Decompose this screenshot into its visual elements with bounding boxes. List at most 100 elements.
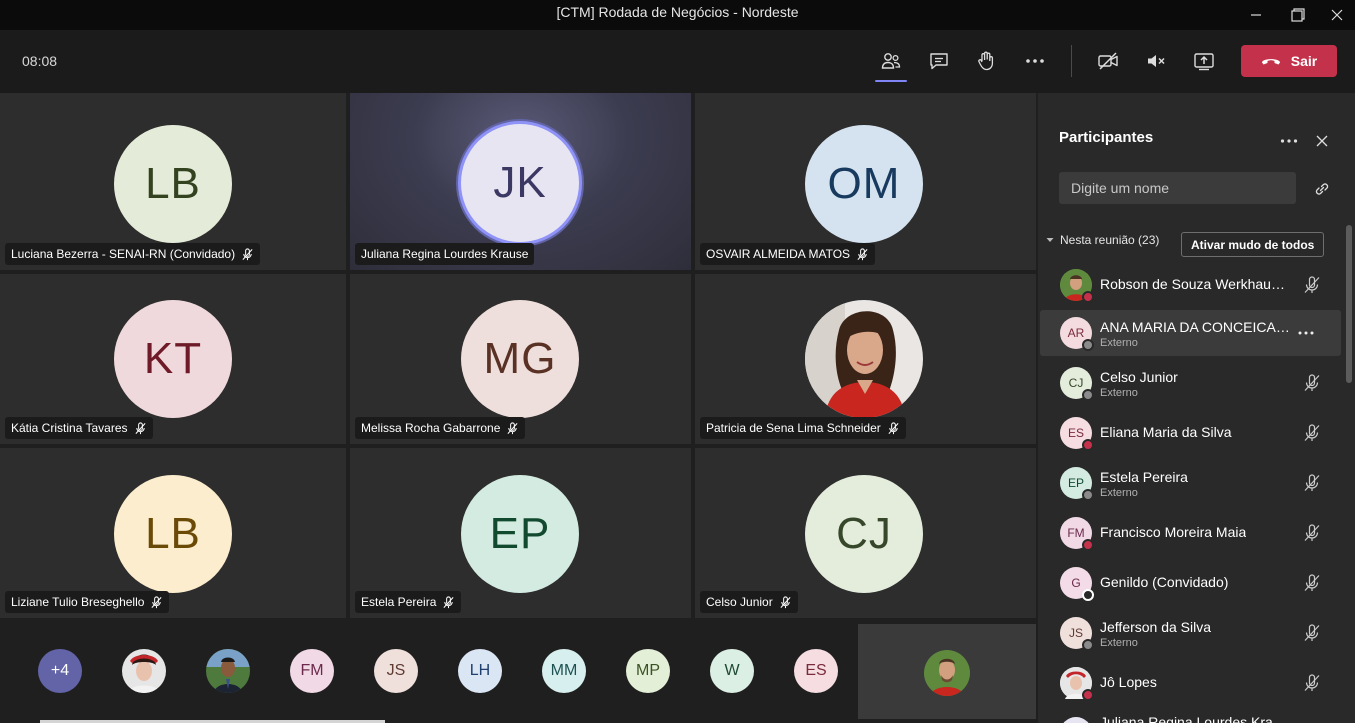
mute-all-button[interactable]: Ativar mudo de todos	[1181, 232, 1325, 257]
video-tile[interactable]: MG Melissa Rocha Gabarrone	[350, 274, 691, 444]
video-tile[interactable]: LB Luciana Bezerra - SENAI-RN (Convidado…	[0, 93, 346, 270]
participant-name: Liziane Tulio Breseghello	[11, 595, 145, 609]
mic-muted-icon[interactable]	[1302, 573, 1322, 593]
window-title: [CTM] Rodada de Negócios - Nordeste	[556, 4, 799, 20]
more-actions-button[interactable]	[1017, 44, 1053, 78]
raise-hand-button[interactable]	[969, 44, 1005, 78]
close-icon	[1316, 135, 1328, 147]
strip-avatar[interactable]: FM	[290, 649, 334, 693]
avatar-initials: MM	[550, 662, 578, 679]
section-in-meeting-header[interactable]: Nesta reunião (23)	[1046, 233, 1159, 247]
participant-name: Robson de Souza Werkhauser	[1100, 276, 1290, 292]
leave-meeting-button[interactable]: Sair	[1241, 45, 1337, 77]
chevron-down-icon	[1046, 238, 1054, 242]
man-suit-avatar-icon	[206, 649, 250, 693]
participant-avatar: MG	[461, 300, 579, 418]
participant-role: Externo	[1100, 337, 1138, 349]
share-tray-button[interactable]	[1186, 44, 1222, 78]
participant-avatar: OM	[805, 125, 923, 243]
participants-button[interactable]	[873, 44, 909, 82]
mic-muted-icon[interactable]	[1302, 373, 1322, 393]
mic-muted-icon	[780, 595, 791, 608]
speaker-muted-icon	[1148, 55, 1165, 67]
participant-row[interactable]: CJ Celso Junior Externo	[1040, 360, 1341, 406]
mic-toggle-button[interactable]	[1138, 44, 1174, 78]
participants-panel: Participantes Nesta reunião (23) Ativar …	[1038, 93, 1355, 723]
mic-muted-icon[interactable]	[1302, 275, 1322, 295]
meeting-toolbar: 08:08 Sair	[0, 30, 1355, 93]
participant-row[interactable]: AR ANA MARIA DA CONCEICAO... Externo	[1040, 310, 1341, 356]
avatar-initials: CJ	[1068, 376, 1084, 390]
video-tile[interactable]: OM OSVAIR ALMEIDA MATOS	[695, 93, 1036, 270]
participant-name-tag: Kátia Cristina Tavares	[5, 417, 153, 439]
raise-hand-icon	[978, 51, 994, 71]
strip-avatar[interactable]: MM	[542, 649, 586, 693]
panel-more-button[interactable]	[1277, 129, 1301, 153]
avatar-initials: EP	[489, 509, 551, 558]
video-tile[interactable]: Patricia de Sena Lima Schneider	[695, 274, 1036, 444]
participant-name: Eliana Maria da Silva	[1100, 424, 1232, 440]
strip-avatar[interactable]: MP	[626, 649, 670, 693]
participant-name: Jefferson da Silva	[1100, 619, 1212, 635]
strip-avatar[interactable]: LH	[458, 649, 502, 693]
panel-close-button[interactable]	[1312, 131, 1332, 151]
participant-row[interactable]: FM Francisco Moreira Maia	[1040, 510, 1341, 556]
participant-row[interactable]: Jô Lopes	[1040, 660, 1341, 706]
participant-name: Celso Junior	[706, 595, 773, 609]
status-busy-icon	[1082, 291, 1094, 303]
chat-button[interactable]	[921, 44, 957, 78]
meeting-timer: 08:08	[22, 53, 58, 69]
video-tile[interactable]: KT Kátia Cristina Tavares	[0, 274, 346, 444]
participant-row[interactable]: JS Jefferson da Silva Externo	[1040, 610, 1341, 656]
minimize-button[interactable]	[1233, 0, 1279, 30]
participant-row[interactable]: ES Eliana Maria da Silva	[1040, 410, 1341, 456]
mic-muted-icon[interactable]	[1302, 623, 1322, 643]
participant-avatar	[1060, 269, 1094, 303]
participant-row[interactable]: Robson de Souza Werkhauser	[1040, 262, 1341, 308]
avatar-initials: KT	[143, 334, 203, 383]
avatar-initials: LB	[145, 159, 201, 208]
strip-avatar[interactable]: W	[710, 649, 754, 693]
panel-scrollbar[interactable]	[1346, 225, 1352, 383]
mic-muted-icon[interactable]	[1302, 423, 1322, 443]
participant-row[interactable]: G Genildo (Convidado)	[1040, 560, 1341, 606]
mic-muted-icon[interactable]	[1302, 673, 1322, 693]
participant-avatar: CJ	[1060, 367, 1094, 401]
participant-name: Juliana Regina Lourdes Krause	[361, 247, 529, 261]
participant-search-input[interactable]	[1059, 172, 1296, 204]
video-tile-active-speaker[interactable]: JK Juliana Regina Lourdes Krause	[350, 93, 691, 270]
video-tile[interactable]: EP Estela Pereira	[350, 448, 691, 618]
strip-avatar[interactable]: ES	[794, 649, 838, 693]
self-avatar	[924, 650, 970, 696]
overflow-participants-button[interactable]: +4	[38, 649, 82, 693]
avatar-initials: ES	[805, 662, 827, 679]
strip-avatar[interactable]: JS	[374, 649, 418, 693]
avatar-initials: MP	[636, 662, 660, 679]
avatar-initials: ES	[1067, 426, 1084, 440]
status-busy-icon	[1082, 689, 1094, 701]
chat-icon	[930, 53, 948, 70]
mic-muted-icon[interactable]	[1302, 523, 1322, 543]
share-invite-button[interactable]	[1311, 178, 1333, 200]
close-window-button[interactable]	[1314, 0, 1355, 30]
participant-row[interactable]: EP Estela Pereira Externo	[1040, 460, 1341, 506]
strip-avatar-photo[interactable]	[122, 649, 166, 693]
participant-row[interactable]: Juliana Regina Lourdes Krause	[1040, 710, 1341, 723]
participant-more-button[interactable]	[1296, 323, 1316, 343]
mic-muted-icon	[242, 247, 253, 260]
strip-avatar-photo[interactable]	[206, 649, 250, 693]
status-offline-icon	[1082, 389, 1094, 401]
participant-name: ANA MARIA DA CONCEICAO...	[1100, 319, 1290, 335]
restore-icon	[1291, 8, 1305, 22]
avatar-initials: JK	[493, 158, 547, 207]
more-icon	[1280, 139, 1298, 143]
video-tile[interactable]: CJ Celso Junior	[695, 448, 1036, 618]
woman-portrait-icon	[805, 300, 923, 418]
avatar-initials: LH	[469, 662, 491, 679]
man-avatar-icon	[924, 650, 970, 696]
video-tile[interactable]: LB Liziane Tulio Breseghello	[0, 448, 346, 618]
participant-avatar: EP	[1060, 467, 1094, 501]
camera-toggle-button[interactable]	[1090, 44, 1126, 78]
mic-muted-icon[interactable]	[1302, 473, 1322, 493]
self-view-tile[interactable]	[858, 624, 1036, 719]
